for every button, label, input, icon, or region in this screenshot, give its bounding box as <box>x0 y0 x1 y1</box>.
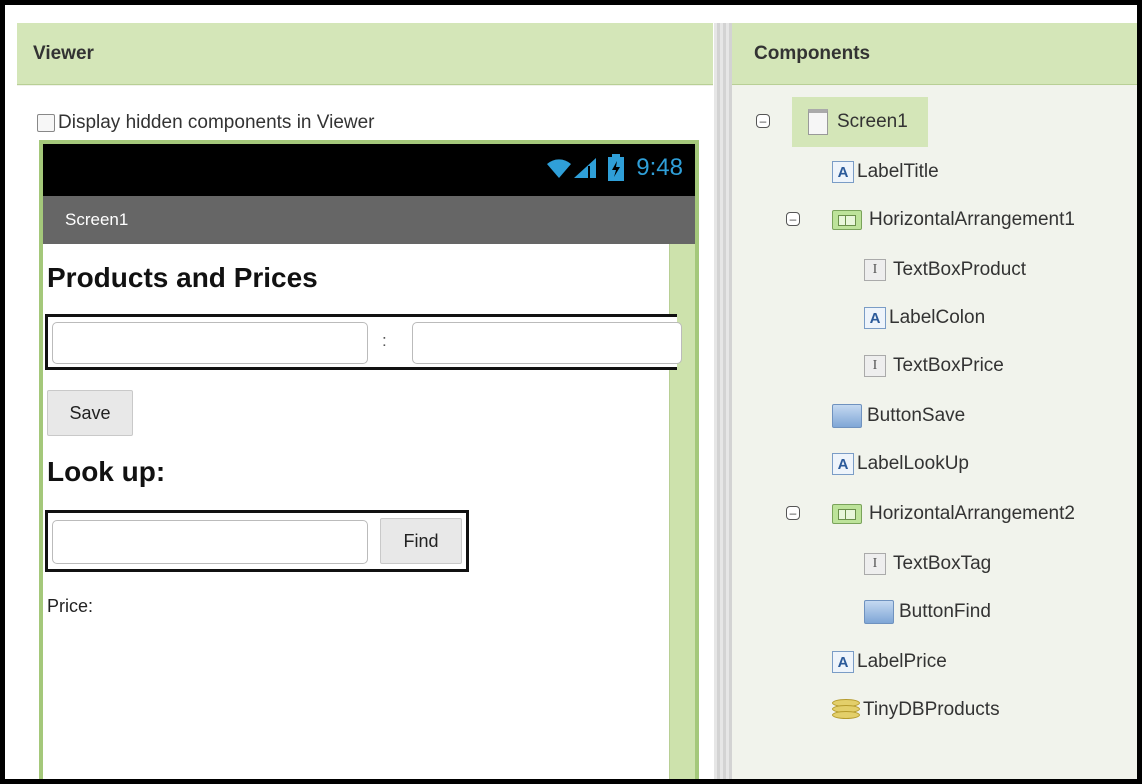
tree-item-label: LabelColon <box>889 307 986 328</box>
wifi-icon <box>547 159 572 178</box>
tree-item-textboxtag[interactable]: I TextBoxTag <box>864 548 991 580</box>
label-title[interactable]: Products and Prices <box>47 262 318 294</box>
collapse-horizontalarrangement1-icon[interactable]: – <box>786 212 800 226</box>
textbox-tag[interactable] <box>52 520 368 564</box>
tree-item-textboxproduct[interactable]: I TextBoxProduct <box>864 254 1026 286</box>
textbox-icon: I <box>864 355 886 377</box>
tree-item-labelprice[interactable]: A LabelPrice <box>832 646 947 678</box>
label-price[interactable]: Price: <box>47 596 93 617</box>
label-lookup[interactable]: Look up: <box>47 456 165 488</box>
tree-item-horizontalarrangement1[interactable]: HorizontalArrangement1 <box>832 204 1075 236</box>
tree-item-label: ButtonFind <box>899 601 991 622</box>
components-tree: – Screen1 A LabelTitle – HorizontalArran… <box>732 86 1137 779</box>
tree-item-labellookup[interactable]: A LabelLookUp <box>832 448 969 480</box>
collapse-horizontalarrangement2-icon[interactable]: – <box>786 506 800 520</box>
status-bar: 9:48 <box>43 144 695 196</box>
screen-title-bar: Screen1 <box>43 196 695 244</box>
tree-item-labeltitle[interactable]: A LabelTitle <box>832 156 939 188</box>
tree-item-label: TinyDBProducts <box>863 699 1000 720</box>
tree-item-label: LabelPrice <box>857 651 947 672</box>
signal-icon <box>574 158 597 178</box>
button-icon <box>864 600 894 624</box>
database-icon <box>832 699 860 721</box>
battery-icon <box>608 154 625 181</box>
tree-item-horizontalarrangement2[interactable]: HorizontalArrangement2 <box>832 498 1075 530</box>
label-icon: A <box>832 453 854 475</box>
button-save[interactable]: Save <box>47 390 133 436</box>
label-icon: A <box>832 651 854 673</box>
tree-item-screen1[interactable]: Screen1 <box>808 106 908 138</box>
tree-item-label: ButtonSave <box>867 405 966 426</box>
panel-divider[interactable] <box>714 23 732 779</box>
clock-time: 9:48 <box>636 154 683 181</box>
display-hidden-option[interactable]: Display hidden components in Viewer <box>37 112 375 134</box>
textbox-price[interactable] <box>412 322 682 364</box>
textbox-product[interactable] <box>52 322 368 364</box>
tree-item-label: HorizontalArrangement1 <box>869 209 1075 230</box>
tree-item-labelcolon[interactable]: A LabelColon <box>864 302 985 334</box>
collapse-screen1-icon[interactable]: – <box>756 114 770 128</box>
tree-item-label: TextBoxPrice <box>893 355 1004 376</box>
textbox-icon: I <box>864 259 886 281</box>
phone-preview: 9:48 Screen1 Products and Prices : Save … <box>39 140 699 779</box>
components-header: Components <box>732 23 1137 85</box>
tree-item-label: Screen1 <box>837 111 908 132</box>
tree-item-buttonsave[interactable]: ButtonSave <box>832 400 965 432</box>
horizontal-arrangement-2[interactable]: Find <box>45 510 469 572</box>
app-content: Products and Prices : Save Look up: Find… <box>43 244 695 779</box>
viewer-body: Display hidden components in Viewer 9:48… <box>17 86 713 779</box>
app-window: Viewer Display hidden components in View… <box>5 5 1137 779</box>
tree-item-label: TextBoxProduct <box>893 259 1027 280</box>
display-hidden-checkbox[interactable] <box>37 114 55 132</box>
display-hidden-label: Display hidden components in Viewer <box>58 112 375 133</box>
tree-item-tinydbproducts[interactable]: TinyDBProducts <box>832 694 1000 726</box>
tree-item-label: LabelTitle <box>857 161 939 182</box>
textbox-icon: I <box>864 553 886 575</box>
components-panel: Components – Screen1 A LabelTitle – Hori… <box>732 23 1137 779</box>
viewer-header: Viewer <box>17 23 713 85</box>
tree-item-label: TextBoxTag <box>893 553 992 574</box>
button-find[interactable]: Find <box>380 518 462 564</box>
label-colon[interactable]: : <box>382 331 387 351</box>
status-icons: 9:48 <box>544 154 683 182</box>
viewer-panel: Viewer Display hidden components in View… <box>17 23 713 779</box>
tree-item-textboxprice[interactable]: I TextBoxPrice <box>864 350 1004 382</box>
horizontal-arrangement-icon <box>832 504 862 524</box>
label-icon: A <box>864 307 886 329</box>
tree-item-label: LabelLookUp <box>857 453 969 474</box>
horizontal-arrangement-icon <box>832 210 862 230</box>
label-icon: A <box>832 161 854 183</box>
tree-item-buttonfind[interactable]: ButtonFind <box>864 596 991 628</box>
horizontal-arrangement-1[interactable]: : <box>45 314 682 370</box>
screen-icon <box>808 109 828 135</box>
button-icon <box>832 404 862 428</box>
tree-item-label: HorizontalArrangement2 <box>869 503 1075 524</box>
